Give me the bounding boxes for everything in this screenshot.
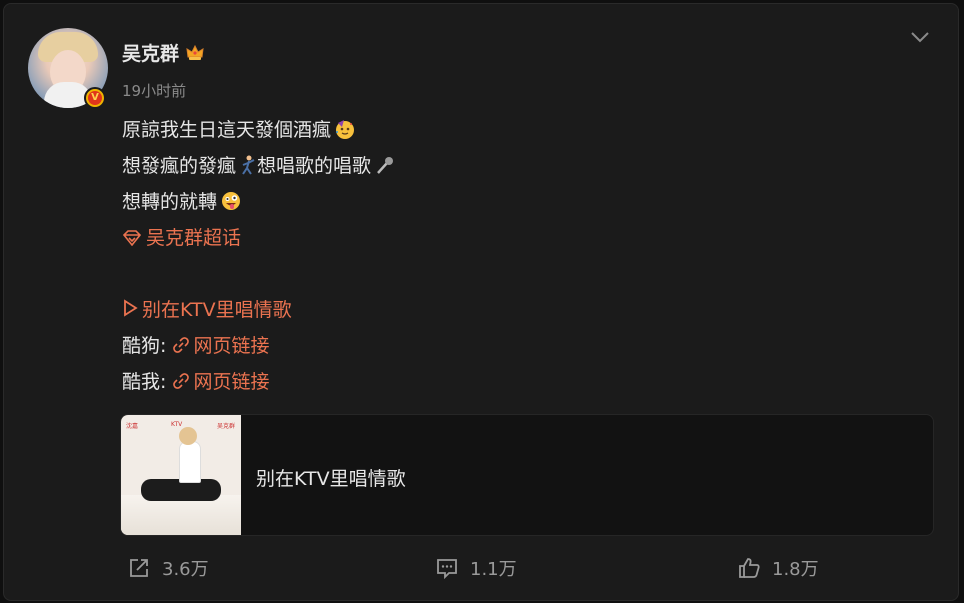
comment-button[interactable]: 1.1万 [434, 555, 517, 581]
kugou-web-link[interactable]: 网页链接 [172, 335, 269, 357]
thumbs-up-icon [739, 558, 760, 578]
link-icon [173, 337, 190, 353]
author-name-text[interactable]: 吴克群 [122, 39, 179, 66]
post-time[interactable]: 19小时前 [122, 80, 186, 101]
post-line-1: 原諒我生日這天發個酒瘋 [122, 118, 356, 142]
post-line-3: 想轉的就轉 [122, 190, 242, 214]
weibo-post-card: V 吴克群 19小时前 原諒我生日這天發個酒瘋 想發瘋的發瘋 想唱歌的唱歌 想轉… [3, 3, 959, 601]
like-button[interactable]: 1.8万 [736, 555, 819, 581]
link-text[interactable]: 网页链接 [193, 371, 269, 393]
music-card[interactable]: 沈嘉 KTV 吴克群 别在KTV里唱情歌 [120, 414, 934, 536]
zany-face-emoji-icon [222, 192, 241, 210]
post-line-2: 想發瘋的發瘋 想唱歌的唱歌 [122, 154, 396, 178]
topic-link[interactable]: 吴克群超话 [122, 226, 241, 250]
post-text: 想發瘋的發瘋 [122, 155, 237, 177]
cover-text: 吴克群 [216, 423, 235, 430]
link-text[interactable]: 网页链接 [193, 335, 269, 357]
share-icon [130, 559, 148, 577]
kugou-label: 酷狗: [122, 335, 167, 357]
verified-badge-icon: V [84, 87, 106, 109]
cover-person [179, 441, 201, 483]
crown-icon [186, 44, 204, 60]
song-link-text[interactable]: 别在KTV里唱情歌 [142, 299, 292, 321]
diamond-icon [122, 230, 142, 246]
post-text: 原諒我生日這天發個酒瘋 [122, 119, 332, 141]
music-card-title[interactable]: 别在KTV里唱情歌 [256, 464, 406, 491]
microphone-emoji-icon [377, 157, 394, 174]
comment-icon [437, 559, 457, 580]
play-icon [124, 299, 138, 317]
post-text: 想轉的就轉 [122, 191, 218, 213]
kugou-line: 酷狗: 网页链接 [122, 334, 269, 358]
repost-count: 3.6万 [162, 559, 209, 580]
topic-text[interactable]: 吴克群超话 [146, 227, 241, 249]
post-text: 想唱歌的唱歌 [257, 155, 372, 177]
comment-count: 1.1万 [470, 559, 517, 580]
kuwo-web-link[interactable]: 网页链接 [172, 371, 269, 393]
repost-button[interactable]: 3.6万 [126, 555, 209, 581]
party-face-emoji-icon [336, 120, 355, 139]
song-link[interactable]: 别在KTV里唱情歌 [122, 298, 292, 322]
album-cover: 沈嘉 KTV 吴克群 [121, 415, 241, 535]
cover-sheet [121, 495, 241, 535]
like-count: 1.8万 [772, 559, 819, 580]
kuwo-label: 酷我: [122, 371, 167, 393]
cover-text: 沈嘉 [126, 423, 139, 430]
cover-head [179, 427, 197, 445]
link-icon [173, 373, 190, 389]
author-name[interactable]: 吴克群 [122, 39, 205, 66]
cover-text: KTV [171, 421, 183, 428]
chevron-down-icon[interactable] [910, 30, 930, 44]
kuwo-line: 酷我: 网页链接 [122, 370, 269, 394]
dancing-man-emoji-icon [242, 155, 255, 175]
